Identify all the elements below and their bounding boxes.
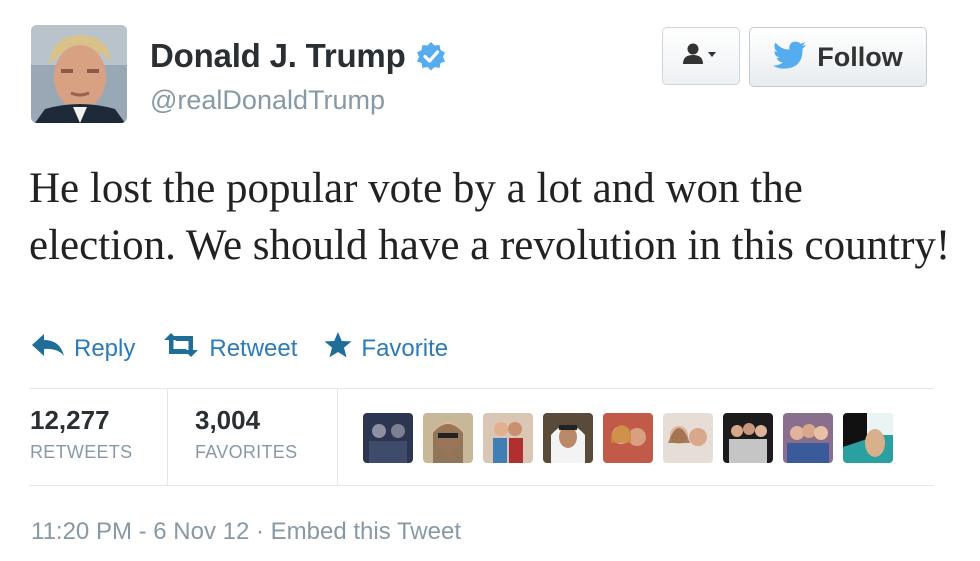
author-avatar[interactable] [31, 25, 127, 123]
stats-divider-bottom [29, 485, 934, 486]
favoriter-avatar[interactable] [423, 413, 473, 463]
embed-tweet-link[interactable]: Embed this Tweet [271, 518, 461, 545]
retweets-stat[interactable]: 12,277 RETWEETS [30, 405, 132, 463]
tweet-actions: Reply Retweet Favorite [30, 331, 474, 366]
stats-divider-top [29, 388, 934, 389]
reply-action[interactable]: Reply [30, 332, 135, 365]
retweet-icon [161, 332, 209, 365]
favoriters-avatars [363, 413, 893, 463]
favorites-label: FAVORITES [195, 442, 298, 462]
retweets-label: RETWEETS [30, 442, 133, 462]
retweet-action[interactable]: Retweet [161, 332, 297, 365]
tweet-timestamp[interactable]: 11:20 PM - 6 Nov 12 [31, 518, 249, 545]
favoriter-avatar[interactable] [363, 413, 413, 463]
stats-separator [337, 389, 338, 485]
reply-icon [30, 332, 74, 365]
author-name-row: Donald J. Trump [150, 37, 446, 75]
retweets-count: 12,277 [30, 405, 110, 435]
favoriter-avatar[interactable] [843, 413, 893, 463]
favorites-count: 3,004 [195, 405, 261, 435]
favoriter-avatar[interactable] [663, 413, 713, 463]
star-icon [323, 331, 361, 366]
retweet-label: Retweet [209, 334, 298, 362]
stats-separator [167, 389, 168, 485]
favoriter-avatar[interactable] [783, 413, 833, 463]
favorites-stat[interactable]: 3,004 FAVORITES [195, 405, 297, 463]
favorite-label: Favorite [361, 334, 449, 362]
favoriter-avatar[interactable] [543, 413, 593, 463]
tweet-meta: 11:20 PM - 6 Nov 12 · Embed this Tweet [31, 518, 461, 546]
verified-badge-icon [416, 41, 446, 71]
reply-label: Reply [74, 334, 136, 362]
favoriter-avatar[interactable] [603, 413, 653, 463]
favorite-action[interactable]: Favorite [323, 331, 448, 366]
follow-label: Follow [817, 41, 903, 72]
favoriter-avatar[interactable] [723, 413, 773, 463]
meta-separator: · [249, 518, 271, 545]
author-handle[interactable]: @realDonaldTrump [150, 85, 385, 116]
favoriter-avatar[interactable] [483, 413, 533, 463]
person-dropdown-icon [681, 42, 721, 71]
tweet-text: He lost the popular vote by a lot and wo… [29, 165, 951, 269]
twitter-bird-icon [773, 41, 807, 74]
follow-button[interactable]: Follow [749, 27, 927, 87]
author-name[interactable]: Donald J. Trump [150, 37, 406, 75]
user-actions-dropdown-button[interactable] [662, 27, 740, 85]
